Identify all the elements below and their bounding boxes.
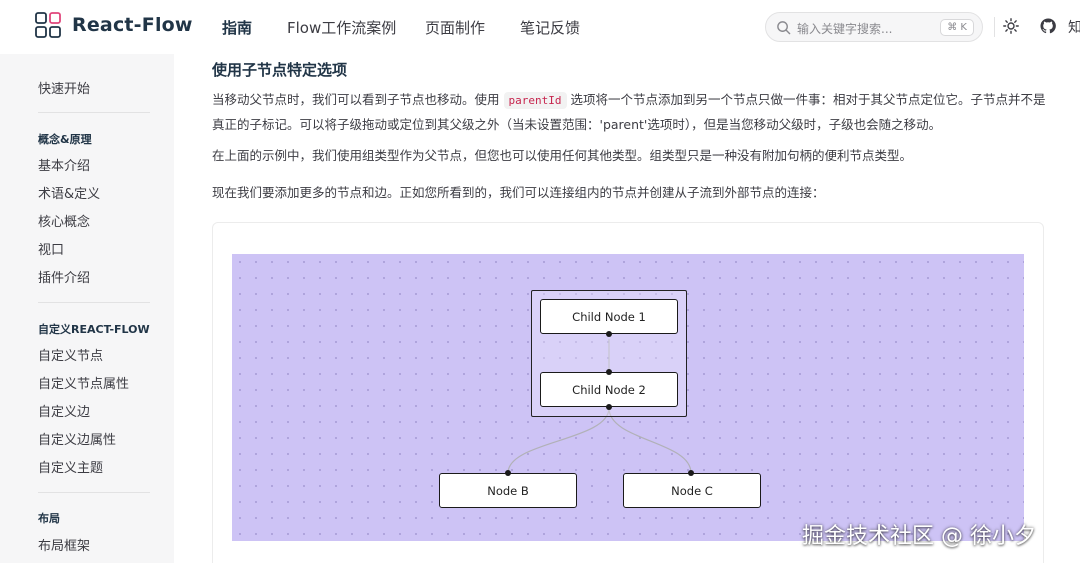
sidebar-section-title-layout: 布局 [38,512,60,525]
search-icon [777,21,791,35]
brand-name[interactable]: React-Flow [72,14,193,36]
github-icon[interactable] [1040,18,1056,34]
node-handle-target[interactable] [688,470,694,476]
search-box[interactable]: 输入关键字搜索... ⌘ K [765,12,983,42]
sidebar-item-core-concepts[interactable]: 核心概念 [38,211,90,230]
flow-node-c[interactable]: Node C [623,473,761,508]
sidebar-item-custom-node-props[interactable]: 自定义节点属性 [38,373,129,392]
node-label: Child Node 2 [572,382,646,397]
flow-canvas[interactable]: Child Node 1 Child Node 2 Node B Node C [232,254,1024,541]
main-content: 使用子节点特定选项 当移动父节点时，我们可以看到子节点也移动。使用 parentI… [174,54,1080,563]
watermark: 掘金技术社区 @ 徐小夕 [802,524,1036,549]
top-navbar: React-Flow 指南 Flow工作流案例 页面制作 笔记反馈 输入关键字搜… [0,0,1080,54]
sidebar-item-terms[interactable]: 术语&定义 [38,183,100,202]
paragraph-more-nodes: 现在我们要添加更多的节点和边。正如您所看到的，我们可以连接组内的节点并创建从子流… [212,185,825,200]
sidebar-section-title-custom: 自定义REACT-FLOW [38,323,150,336]
flow-node-child-1[interactable]: Child Node 1 [540,299,678,334]
edge-child2-nodec [608,407,692,474]
sidebar-item-viewport[interactable]: 视口 [38,239,64,258]
paragraph-group-type: 在上面的示例中，我们使用组类型作为父节点，但您也可以使用任何其他类型。组类型只是… [212,148,913,163]
node-label: Node B [487,483,529,498]
edge-child2-nodeb [507,407,610,474]
nav-link-guide[interactable]: 指南 [222,17,252,38]
sidebar-item-custom-edge-props[interactable]: 自定义边属性 [38,429,116,448]
search-shortcut-badge: ⌘ K [940,19,974,36]
node-handle-source[interactable] [606,404,612,410]
sidebar-item-plugins[interactable]: 插件介绍 [38,267,90,286]
theme-toggle-sun-icon[interactable] [1003,18,1019,34]
react-flow-logo-icon[interactable] [35,12,61,38]
sidebar-item-basic-intro[interactable]: 基本介绍 [38,155,90,174]
flow-demo-container: Child Node 1 Child Node 2 Node B Node C [212,222,1044,563]
nav-link-flow-cases[interactable]: Flow工作流案例 [287,17,396,38]
sidebar-item-custom-edge[interactable]: 自定义边 [38,401,90,420]
paragraph-parent-id: 当移动父节点时，我们可以看到子节点也移动。使用 parentId 选项将一个节点添加… [212,88,1052,137]
sidebar: 快速开始 概念&原理 基本介绍 术语&定义 核心概念 视口 插件介绍 自定义RE… [0,54,174,563]
sidebar-divider [38,302,150,303]
node-handle-target[interactable] [606,369,612,375]
nav-divider [994,17,995,37]
sidebar-divider [38,492,150,493]
node-label: Child Node 1 [572,309,646,324]
flow-node-b[interactable]: Node B [439,473,577,508]
nav-link-zhi[interactable]: 知 [1068,17,1080,37]
sidebar-item-custom-theme[interactable]: 自定义主题 [38,457,103,476]
sidebar-item-quick-start[interactable]: 快速开始 [38,78,90,97]
sidebar-divider [38,112,150,113]
node-handle-target[interactable] [505,470,511,476]
sidebar-section-title-concepts: 概念&原理 [38,133,92,146]
sidebar-item-custom-node[interactable]: 自定义节点 [38,345,103,364]
search-placeholder: 输入关键字搜索... [797,22,893,36]
node-handle-source[interactable] [606,331,612,337]
node-label: Node C [671,483,713,498]
nav-link-feedback[interactable]: 笔记反馈 [520,17,580,38]
section-heading: 使用子节点特定选项 [212,61,348,79]
nav-link-page-making[interactable]: 页面制作 [425,17,485,38]
sidebar-item-layout-framework[interactable]: 布局框架 [38,535,90,554]
paragraph-text: 当移动父节点时，我们可以看到子节点也移动。使用 [212,92,500,107]
inline-code-parentid: parentId [503,92,567,109]
flow-node-child-2[interactable]: Child Node 2 [540,372,678,407]
